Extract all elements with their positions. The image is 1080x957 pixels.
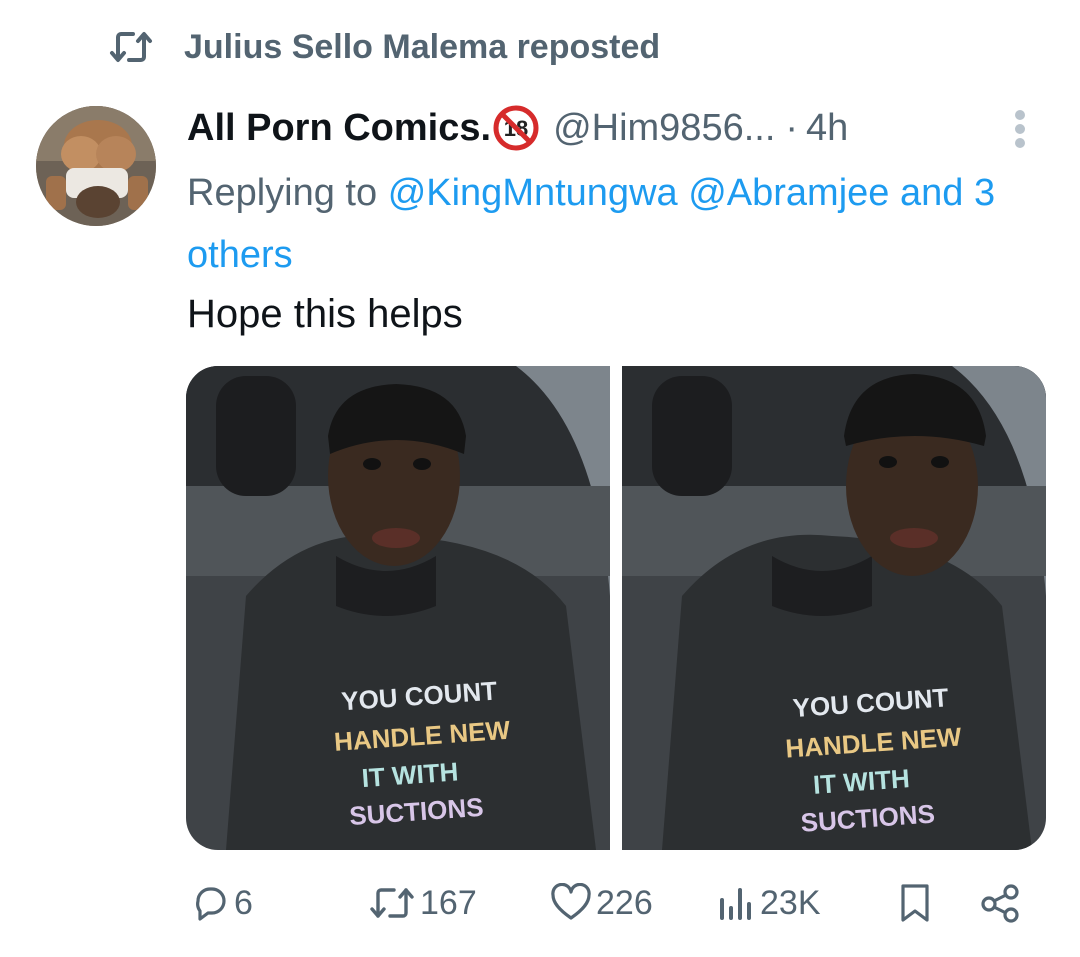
views-icon [716,884,756,922]
reply-button[interactable]: 6 [190,872,253,934]
action-bar: 6 167 226 23K [0,872,1080,934]
share-icon [978,883,1022,923]
repost-button[interactable]: 167 [368,872,477,934]
repost-indicator[interactable]: Julius Sello Malema reposted [108,24,660,70]
author-handle[interactable]: @Him9856... [553,107,775,150]
repost-count: 167 [420,883,477,922]
more-options-icon[interactable] [1000,106,1040,152]
media-grid: YOU COUNT HANDLE NEW IT WITH SUCTIONS YO… [186,366,1046,850]
reply-count: 6 [234,883,253,922]
bookmark-button[interactable] [896,872,934,934]
replying-prefix: Replying to [187,172,378,214]
tweet-photo-2[interactable]: YOU COUNT HANDLE NEW IT WITH SUCTIONS [622,366,1046,850]
like-icon [550,883,592,923]
like-button[interactable]: 226 [550,872,653,934]
tweet-timestamp[interactable]: 4h [806,107,848,150]
tweet-header: All Porn Comics. 18 @Him9856... · 4h [187,100,1040,156]
repost-icon [108,24,154,70]
avatar[interactable] [36,106,156,226]
reply-icon [190,883,230,923]
view-count: 23K [760,883,821,922]
repost-text: Julius Sello Malema reposted [184,27,661,66]
tweet-photo-1[interactable]: YOU COUNT HANDLE NEW IT WITH SUCTIONS [186,366,610,850]
share-button[interactable] [978,872,1022,934]
tweet-text: Hope this helps [187,292,463,336]
bookmark-icon [896,883,934,923]
replying-to: Replying to @KingMntungwa @Abramjee and … [187,162,1047,286]
separator-dot: · [785,106,799,149]
like-count: 226 [596,883,653,922]
author-name[interactable]: All Porn Comics. [187,107,491,150]
repost-icon [368,884,416,922]
mention-link[interactable]: @KingMntungwa [388,172,678,214]
adult-content-badge-icon: 18 [493,105,539,151]
views-button[interactable]: 23K [716,872,821,934]
mention-link[interactable]: @Abramjee [688,172,889,214]
